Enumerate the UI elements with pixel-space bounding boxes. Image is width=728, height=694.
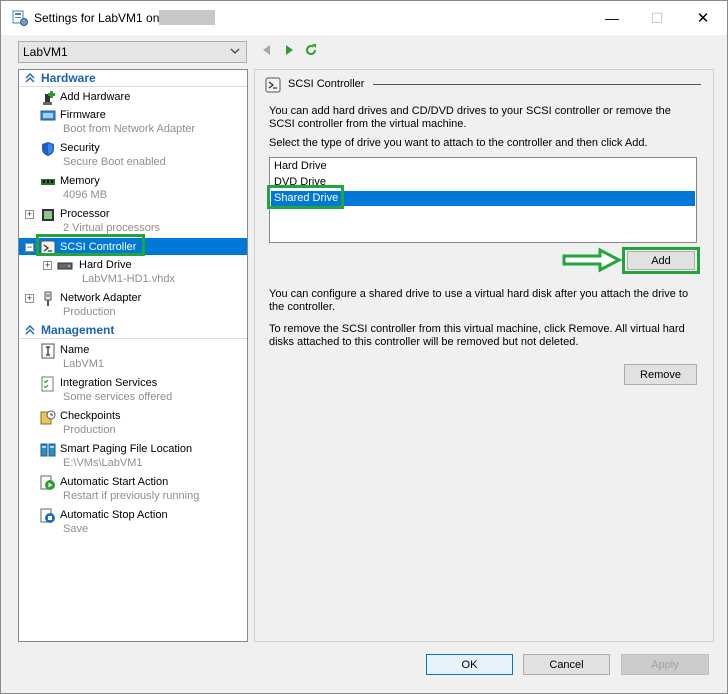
redacted-host-name [159, 10, 215, 25]
tree-item-automatic-start-action[interactable]: Automatic Start Action Restart if previo… [19, 473, 247, 504]
tree-item-label: Integration Services [60, 377, 158, 389]
heading-divider [373, 84, 701, 85]
chevron-down-icon [230, 48, 240, 54]
shared-drive-callout-box [267, 185, 344, 209]
tree-item-label: Processor [60, 208, 110, 220]
scsi-controller-pane: SCSI Controller You can add hard drives … [254, 69, 714, 642]
select-prompt-text: Select the type of drive you want to att… [269, 137, 648, 149]
firmware-icon [40, 110, 56, 121]
tree-item-label: Automatic Stop Action [60, 509, 168, 521]
add-button[interactable]: Add [627, 251, 695, 270]
apply-button[interactable]: Apply [621, 654, 709, 675]
tree-item-subtext: Restart if previously running [63, 490, 200, 502]
vm-selector-dropdown[interactable]: LabVM1 [18, 41, 247, 63]
maximize-button[interactable]: ☐ [642, 7, 672, 29]
collapse-chevron-icon [25, 325, 35, 335]
integration-services-icon [41, 376, 54, 392]
tree-item-integration-services[interactable]: Integration Services Some services offer… [19, 374, 247, 405]
automatic-stop-icon [40, 508, 55, 523]
network-adapter-icon [44, 291, 52, 306]
tree-item-subtext: Save [63, 523, 89, 535]
close-button[interactable]: ✕ [688, 7, 718, 29]
memory-icon [41, 179, 55, 185]
ok-button[interactable]: OK [426, 654, 513, 675]
minimize-button[interactable]: — [597, 7, 627, 29]
smart-paging-icon [40, 443, 56, 457]
tree-item-automatic-stop-action[interactable]: Automatic Stop Action Save [19, 506, 247, 537]
tree-item-memory[interactable]: Memory 4096 MB [19, 172, 247, 203]
tree-item-name[interactable]: Name LabVM1 [19, 341, 247, 372]
tree-item-label: Hard Drive [79, 259, 132, 271]
collapse-toggle[interactable]: − [25, 243, 34, 252]
window-title: Settings for LabVM1 on [34, 11, 160, 25]
processor-icon [42, 209, 54, 221]
forward-arrow-icon[interactable] [282, 43, 296, 57]
tree-item-label: Security [60, 142, 100, 154]
tree-item-label: Name [60, 344, 90, 356]
tree-item-subtext: Production [63, 306, 116, 318]
section-hardware-label: Hardware [41, 71, 96, 85]
tree-item-label: Smart Paging File Location [60, 443, 193, 455]
refresh-icon[interactable] [304, 43, 318, 57]
back-arrow-icon[interactable] [260, 43, 274, 57]
expand-toggle[interactable]: + [25, 294, 34, 303]
drive-option-hard-drive[interactable]: Hard Drive [271, 159, 695, 174]
vm-selector-value: LabVM1 [23, 45, 68, 59]
remove-note: To remove the SCSI controller from this … [269, 323, 685, 348]
tree-item-label: Checkpoints [60, 410, 121, 422]
title-bar: Settings for LabVM1 on — ☐ ✕ [1, 1, 727, 35]
name-icon [41, 343, 55, 359]
callout-arrow-icon [562, 247, 623, 273]
tree-item-label: Memory [60, 175, 100, 187]
section-management-label: Management [41, 323, 115, 337]
tree-item-subtext: E:\VMs\LabVM1 [63, 457, 143, 469]
add-hardware-icon [43, 91, 55, 105]
tree-item-subtext: Production [63, 424, 116, 436]
tree-item-network-adapter[interactable]: + Network Adapter Production [19, 289, 247, 320]
intro-text: You can add hard drives and CD/DVD drive… [269, 105, 671, 130]
shared-drive-note: You can configure a shared drive to use … [269, 288, 689, 313]
section-management[interactable]: Management [19, 322, 247, 339]
tree-item-subtext: LabVM1 [63, 358, 104, 370]
tree-item-label: Automatic Start Action [60, 476, 169, 488]
tree-item-hard-drive[interactable]: + Hard Drive LabVM1-HD1.vhdx [19, 256, 247, 287]
shield-icon [42, 142, 54, 156]
tree-item-subtext: 2 Virtual processors [63, 222, 161, 234]
hard-drive-icon [57, 262, 73, 270]
tree-item-checkpoints[interactable]: Checkpoints Production [19, 407, 247, 438]
tree-item-label: Network Adapter [60, 292, 142, 304]
expand-toggle[interactable]: + [43, 261, 52, 270]
navigation-toolbar [260, 43, 318, 57]
tree-item-subtext: 4096 MB [63, 189, 108, 201]
collapse-chevron-icon [25, 73, 35, 83]
pane-heading: SCSI Controller [288, 78, 365, 90]
scsi-controller-icon [265, 77, 281, 93]
tree-item-subtext: Boot from Network Adapter [63, 123, 196, 135]
tree-item-smart-paging[interactable]: Smart Paging File Location E:\VMs\LabVM1 [19, 440, 247, 471]
tree-item-security[interactable]: Security Secure Boot enabled [19, 139, 247, 170]
tree-item-label: Firmware [60, 109, 106, 121]
tree-item-firmware[interactable]: Firmware Boot from Network Adapter [19, 106, 247, 137]
tree-item-label: Add Hardware [60, 91, 131, 103]
section-hardware[interactable]: Hardware [19, 70, 247, 87]
settings-tree: Hardware Add Hardware Firmware Boot from… [18, 69, 248, 642]
tree-item-subtext: LabVM1-HD1.vhdx [82, 273, 175, 285]
tree-item-subtext: Some services offered [63, 391, 173, 403]
settings-app-icon [12, 10, 28, 26]
scsi-controller-callout-box [36, 234, 145, 256]
cancel-button[interactable]: Cancel [523, 654, 610, 675]
automatic-start-icon [40, 475, 55, 490]
remove-button[interactable]: Remove [624, 364, 697, 385]
tree-item-processor[interactable]: + Processor 2 Virtual processors [19, 205, 247, 236]
checkpoints-icon [40, 410, 56, 425]
tree-item-subtext: Secure Boot enabled [63, 156, 166, 168]
settings-window: Settings for LabVM1 on — ☐ ✕ LabVM1 Hard… [0, 0, 728, 694]
expand-toggle[interactable]: + [25, 210, 34, 219]
